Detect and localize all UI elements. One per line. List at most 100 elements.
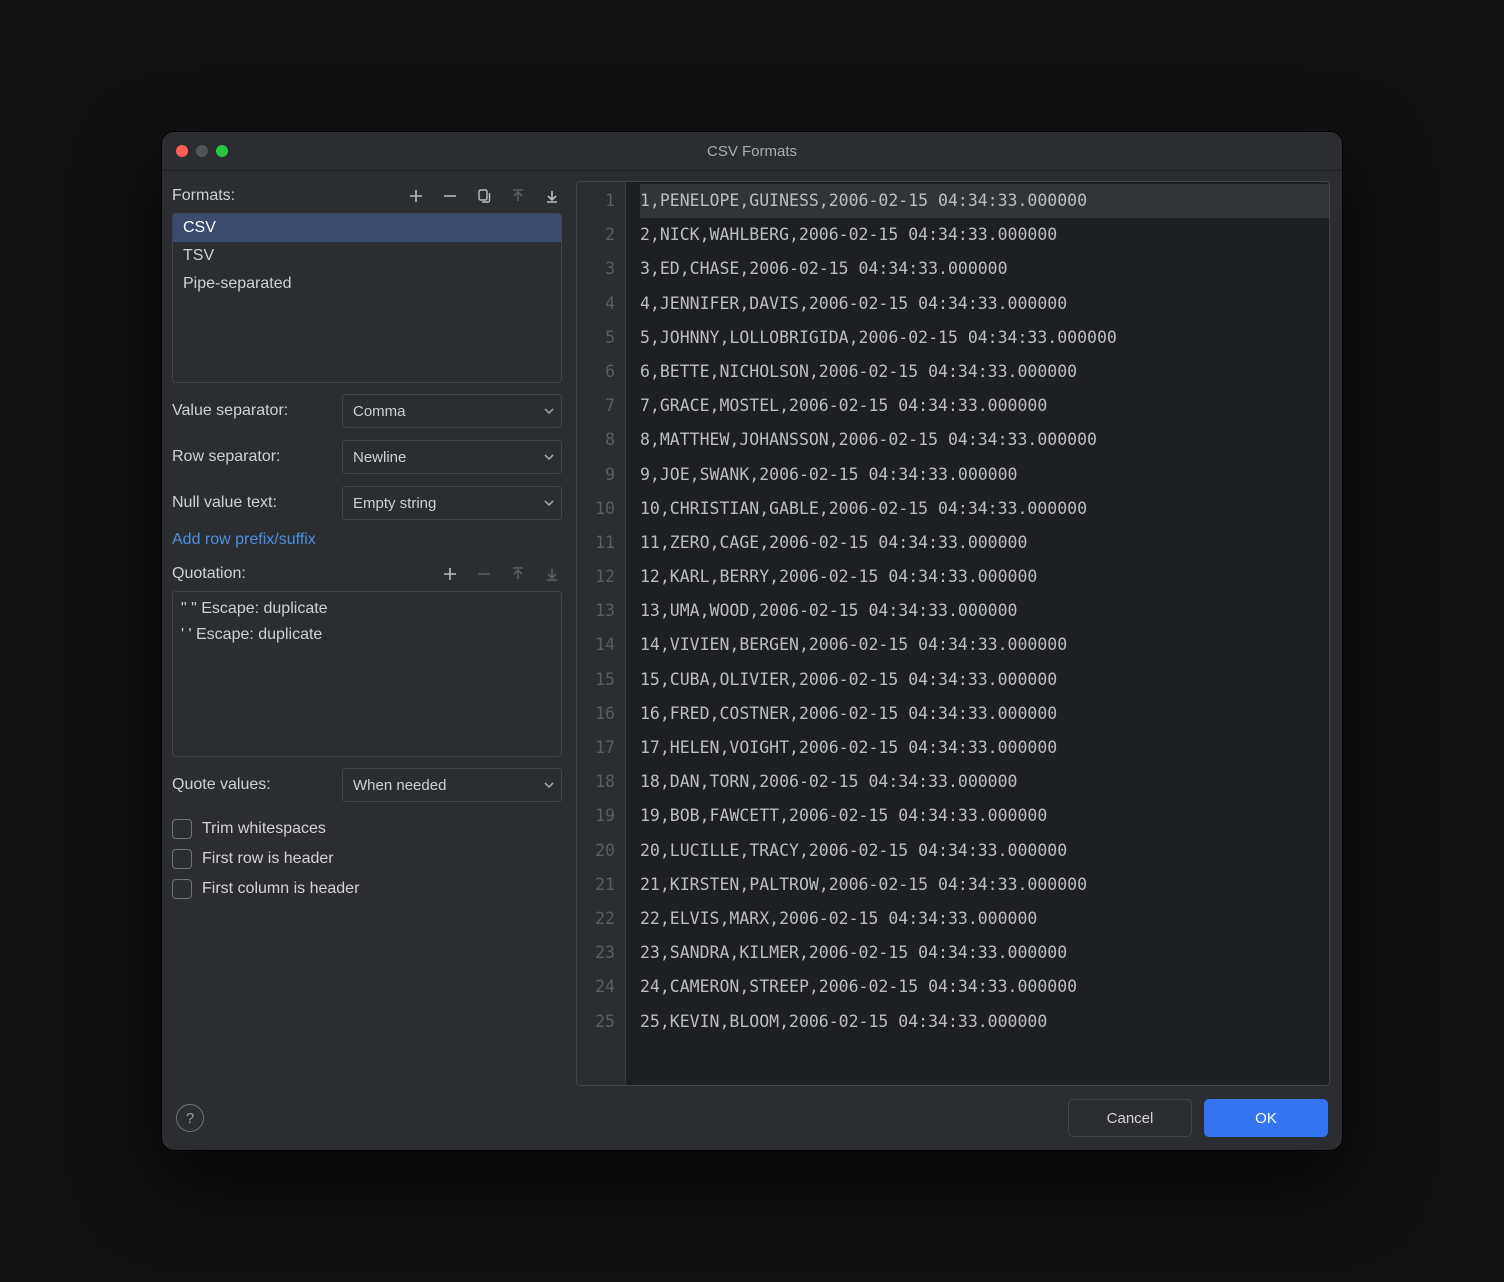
line-number: 2 bbox=[577, 218, 625, 252]
format-list-item[interactable]: Pipe-separated bbox=[173, 270, 561, 298]
help-icon[interactable]: ? bbox=[176, 1104, 204, 1132]
preview-line: 18,DAN,TORN,2006-02-15 04:34:33.000000 bbox=[640, 765, 1329, 799]
add-icon[interactable] bbox=[440, 564, 460, 584]
line-number: 9 bbox=[577, 458, 625, 492]
line-number: 10 bbox=[577, 492, 625, 526]
format-list-item[interactable]: CSV bbox=[173, 214, 561, 242]
quote-values-select[interactable]: When needed bbox=[342, 768, 562, 802]
chevron-down-icon bbox=[543, 497, 555, 509]
preview-line: 25,KEVIN,BLOOM,2006-02-15 04:34:33.00000… bbox=[640, 1005, 1329, 1039]
preview-line: 12,KARL,BERRY,2006-02-15 04:34:33.000000 bbox=[640, 560, 1329, 594]
line-number: 25 bbox=[577, 1005, 625, 1039]
move-up-icon bbox=[508, 186, 528, 206]
null-value-label: Null value text: bbox=[172, 494, 332, 512]
line-number: 1 bbox=[577, 184, 625, 218]
line-number: 17 bbox=[577, 731, 625, 765]
dialog-window: CSV Formats Formats: bbox=[162, 132, 1342, 1150]
first-row-header-label: First row is header bbox=[202, 850, 334, 868]
value-separator-value: Comma bbox=[353, 403, 406, 420]
line-number: 12 bbox=[577, 560, 625, 594]
quotation-label: Quotation: bbox=[172, 565, 246, 583]
preview-content[interactable]: 1,PENELOPE,GUINESS,2006-02-15 04:34:33.0… bbox=[626, 182, 1329, 1085]
preview-line: 4,JENNIFER,DAVIS,2006-02-15 04:34:33.000… bbox=[640, 287, 1329, 321]
preview-line: 23,SANDRA,KILMER,2006-02-15 04:34:33.000… bbox=[640, 936, 1329, 970]
formats-label: Formats: bbox=[172, 187, 235, 205]
quote-values-label: Quote values: bbox=[172, 776, 332, 794]
line-number: 15 bbox=[577, 663, 625, 697]
line-number: 24 bbox=[577, 970, 625, 1004]
line-number: 23 bbox=[577, 936, 625, 970]
preview-line: 11,ZERO,CAGE,2006-02-15 04:34:33.000000 bbox=[640, 526, 1329, 560]
preview-line: 2,NICK,WAHLBERG,2006-02-15 04:34:33.0000… bbox=[640, 218, 1329, 252]
line-number: 4 bbox=[577, 287, 625, 321]
row-separator-select[interactable]: Newline bbox=[342, 440, 562, 474]
quotation-toolbar bbox=[440, 564, 562, 584]
first-row-header-checkbox[interactable]: First row is header bbox=[172, 849, 562, 869]
remove-icon[interactable] bbox=[440, 186, 460, 206]
remove-icon bbox=[474, 564, 494, 584]
value-separator-label: Value separator: bbox=[172, 402, 332, 420]
line-number: 18 bbox=[577, 765, 625, 799]
ok-button[interactable]: OK bbox=[1204, 1099, 1328, 1137]
preview-line: 6,BETTE,NICHOLSON,2006-02-15 04:34:33.00… bbox=[640, 355, 1329, 389]
preview-line: 5,JOHNNY,LOLLOBRIGIDA,2006-02-15 04:34:3… bbox=[640, 321, 1329, 355]
null-value: Empty string bbox=[353, 495, 436, 512]
preview-line: 9,JOE,SWANK,2006-02-15 04:34:33.000000 bbox=[640, 458, 1329, 492]
dialog-body: Formats: bbox=[162, 171, 1342, 1086]
line-number: 14 bbox=[577, 628, 625, 662]
copy-icon[interactable] bbox=[474, 186, 494, 206]
chevron-down-icon bbox=[543, 451, 555, 463]
chevron-down-icon bbox=[543, 779, 555, 791]
add-icon[interactable] bbox=[406, 186, 426, 206]
quotation-row[interactable]: ' ' Escape: duplicate bbox=[181, 622, 553, 648]
quotation-row[interactable]: " " Escape: duplicate bbox=[181, 596, 553, 622]
preview-line: 15,CUBA,OLIVIER,2006-02-15 04:34:33.0000… bbox=[640, 663, 1329, 697]
cancel-button[interactable]: Cancel bbox=[1068, 1099, 1192, 1137]
preview-line: 1,PENELOPE,GUINESS,2006-02-15 04:34:33.0… bbox=[640, 184, 1329, 218]
preview-line: 20,LUCILLE,TRACY,2006-02-15 04:34:33.000… bbox=[640, 834, 1329, 868]
line-number: 22 bbox=[577, 902, 625, 936]
checkbox-icon bbox=[172, 819, 192, 839]
line-number: 3 bbox=[577, 252, 625, 286]
preview-line: 14,VIVIEN,BERGEN,2006-02-15 04:34:33.000… bbox=[640, 628, 1329, 662]
value-separator-select[interactable]: Comma bbox=[342, 394, 562, 428]
preview-line: 7,GRACE,MOSTEL,2006-02-15 04:34:33.00000… bbox=[640, 389, 1329, 423]
checkbox-icon bbox=[172, 879, 192, 899]
first-column-header-checkbox[interactable]: First column is header bbox=[172, 879, 562, 899]
titlebar: CSV Formats bbox=[162, 132, 1342, 171]
line-number: 6 bbox=[577, 355, 625, 389]
preview-line: 10,CHRISTIAN,GABLE,2006-02-15 04:34:33.0… bbox=[640, 492, 1329, 526]
line-number: 7 bbox=[577, 389, 625, 423]
preview-line: 21,KIRSTEN,PALTROW,2006-02-15 04:34:33.0… bbox=[640, 868, 1329, 902]
line-number: 5 bbox=[577, 321, 625, 355]
ok-button-label: OK bbox=[1255, 1110, 1277, 1127]
settings-panel: Formats: bbox=[172, 181, 562, 1086]
trim-whitespaces-label: Trim whitespaces bbox=[202, 820, 326, 838]
null-value-select[interactable]: Empty string bbox=[342, 486, 562, 520]
first-column-header-label: First column is header bbox=[202, 880, 359, 898]
cancel-button-label: Cancel bbox=[1107, 1110, 1154, 1127]
trim-whitespaces-checkbox[interactable]: Trim whitespaces bbox=[172, 819, 562, 839]
add-prefix-suffix-link[interactable]: Add row prefix/suffix bbox=[172, 531, 316, 548]
row-separator-label: Row separator: bbox=[172, 448, 332, 466]
chevron-down-icon bbox=[543, 405, 555, 417]
row-separator-value: Newline bbox=[353, 449, 406, 466]
line-number-gutter: 1234567891011121314151617181920212223242… bbox=[577, 182, 626, 1085]
format-list-item[interactable]: TSV bbox=[173, 242, 561, 270]
move-down-icon[interactable] bbox=[542, 186, 562, 206]
preview-line: 8,MATTHEW,JOHANSSON,2006-02-15 04:34:33.… bbox=[640, 423, 1329, 457]
preview-line: 22,ELVIS,MARX,2006-02-15 04:34:33.000000 bbox=[640, 902, 1329, 936]
preview-line: 16,FRED,COSTNER,2006-02-15 04:34:33.0000… bbox=[640, 697, 1329, 731]
formats-list[interactable]: CSVTSVPipe-separated bbox=[172, 213, 562, 383]
preview-line: 19,BOB,FAWCETT,2006-02-15 04:34:33.00000… bbox=[640, 799, 1329, 833]
dialog-footer: ? Cancel OK bbox=[162, 1086, 1342, 1150]
checkbox-icon bbox=[172, 849, 192, 869]
preview-line: 3,ED,CHASE,2006-02-15 04:34:33.000000 bbox=[640, 252, 1329, 286]
move-down-icon bbox=[542, 564, 562, 584]
line-number: 11 bbox=[577, 526, 625, 560]
window-title: CSV Formats bbox=[162, 143, 1342, 160]
formats-toolbar bbox=[406, 186, 562, 206]
line-number: 16 bbox=[577, 697, 625, 731]
line-number: 21 bbox=[577, 868, 625, 902]
quotation-list[interactable]: " " Escape: duplicate' ' Escape: duplica… bbox=[172, 591, 562, 757]
